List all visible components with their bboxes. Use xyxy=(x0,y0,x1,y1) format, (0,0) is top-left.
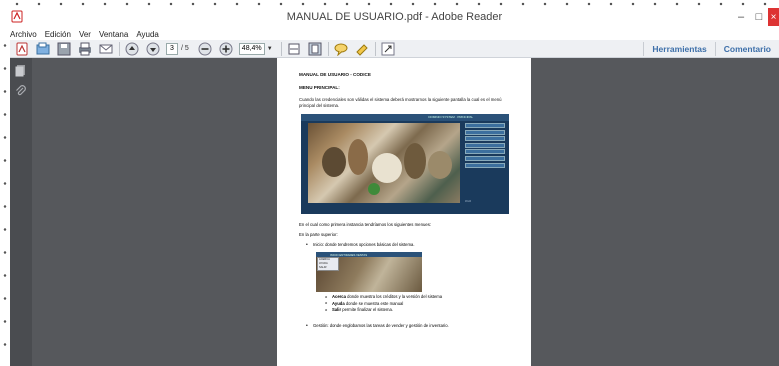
zoom-in-icon[interactable] xyxy=(218,41,234,56)
inicio-menu-screenshot: INICIO ENTIDADES VENTAS ACERCA AYUDA SAL… xyxy=(316,252,422,292)
fit-page-icon[interactable] xyxy=(307,41,323,56)
previous-page-icon[interactable] xyxy=(124,41,140,56)
email-icon[interactable] xyxy=(98,41,114,56)
document-heading: MANUAL DE USUARIO - CODICE xyxy=(299,72,371,77)
screenshot-side-menu xyxy=(465,123,505,169)
dotted-border-left xyxy=(0,30,10,366)
toolbar-separator xyxy=(374,41,376,56)
gestion-block: Gestión: donde englobamos las tareas de … xyxy=(299,323,519,329)
sub-item-ayuda: Ayuda donde se muestra este manual xyxy=(325,300,525,308)
paperclip-icon[interactable] xyxy=(14,84,27,97)
title-bar: MANUAL DE USUARIO.pdf - Adobe Reader – □… xyxy=(10,8,779,28)
sub-item-acerca: Acerca donde muestra los créditos y la v… xyxy=(325,294,525,301)
pages-icon[interactable] xyxy=(14,64,27,77)
sub-item-salir: Salir permite finalizar el sistema. xyxy=(325,307,525,314)
section-heading: MENU PRINCIPAL: xyxy=(299,85,340,90)
toolbar-separator xyxy=(327,41,329,56)
highlight-icon[interactable] xyxy=(354,41,370,56)
screenshot-header-text: DOMINIO SYSTEM · PRINCIPAL xyxy=(428,115,473,119)
toolbar: 3 / 5 48,4% ▼ Herramientas Comentario xyxy=(10,40,779,58)
close-button[interactable]: × xyxy=(768,8,779,26)
gestion-bullet: Gestión: donde englobamos las tareas de … xyxy=(299,323,519,329)
fit-width-icon[interactable] xyxy=(286,41,302,56)
zoom-out-icon[interactable] xyxy=(197,41,213,56)
inicio-sub-list: Acerca donde muestra los créditos y la v… xyxy=(325,294,525,314)
zoom-dropdown-icon[interactable]: ▼ xyxy=(267,46,273,52)
tools-pane-button[interactable]: Herramientas xyxy=(644,44,714,54)
page-total: / 5 xyxy=(181,45,189,52)
comment-bubble-icon[interactable] xyxy=(333,41,349,56)
next-page-icon[interactable] xyxy=(145,41,161,56)
screenshot-header-bar: DOMINIO SYSTEM · PRINCIPAL xyxy=(301,114,509,121)
toolbar-separator xyxy=(119,41,120,56)
top-part-paragraph: En la parte superior: xyxy=(299,232,338,237)
comment-pane-button[interactable]: Comentario xyxy=(716,44,779,54)
zoom-level-input[interactable]: 48,4% xyxy=(238,42,265,55)
window-title: MANUAL DE USUARIO.pdf - Adobe Reader xyxy=(286,11,503,23)
open-icon[interactable] xyxy=(35,41,51,56)
inicio-bullet: Inicio: donde tendremos opciones básicas… xyxy=(299,242,519,248)
screenshot-footer-text: V.1.0 xyxy=(465,200,471,203)
toolbar-separator xyxy=(280,41,282,56)
intro-paragraph: Cuando las credenciales son válidas el s… xyxy=(299,97,502,108)
maximize-button[interactable]: □ xyxy=(750,8,768,26)
main-menu-screenshot: DOMINIO SYSTEM · PRINCIPAL V.1.0 xyxy=(301,114,509,214)
page-number-input[interactable]: 3 xyxy=(166,42,178,55)
menus-intro-paragraph: En el cual como primera instancia tendrí… xyxy=(299,222,432,227)
navigation-pane xyxy=(10,58,32,366)
save-icon[interactable] xyxy=(56,41,72,56)
expand-icon[interactable] xyxy=(380,41,396,56)
menus-intro-block: En el cual como primera instancia tendrí… xyxy=(299,222,519,248)
screenshot-dropdown-item: SALIR xyxy=(319,266,327,269)
toolbar-right-links: Herramientas Comentario xyxy=(643,40,779,58)
screenshot-menu-bar-text: INICIO ENTIDADES VENTAS xyxy=(330,252,368,257)
minimize-button[interactable]: – xyxy=(732,8,750,26)
create-pdf-icon[interactable] xyxy=(14,41,30,56)
print-icon[interactable] xyxy=(77,41,93,56)
painting-image xyxy=(308,123,460,203)
screenshot-dropdown: ACERCA AYUDA SALIR xyxy=(317,257,339,271)
dotted-border-top xyxy=(0,0,779,8)
